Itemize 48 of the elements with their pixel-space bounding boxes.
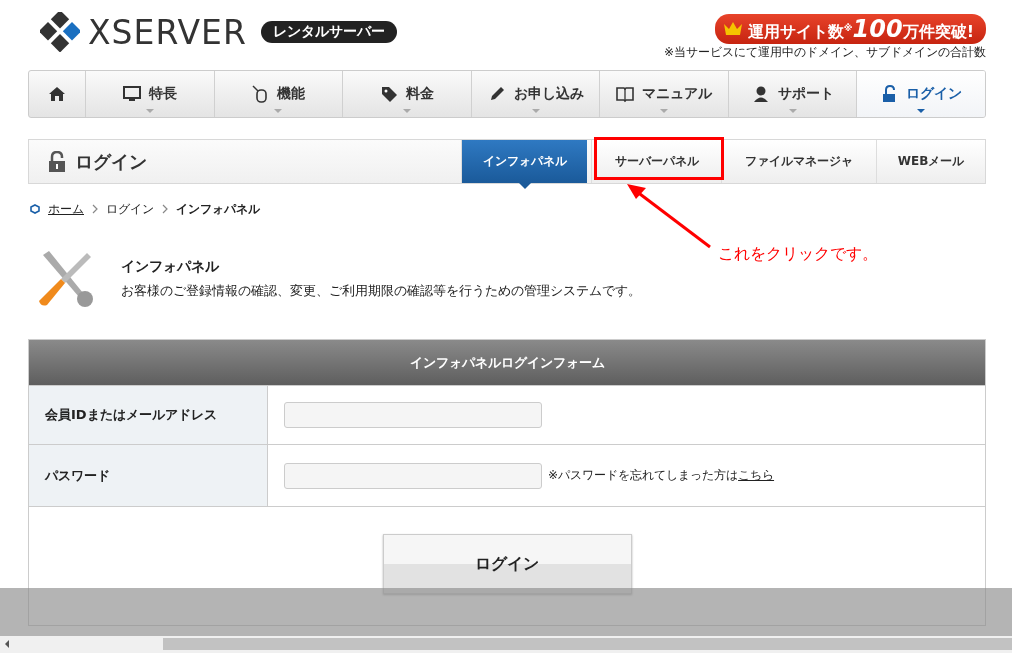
- caret-icon: [402, 109, 411, 113]
- nav-tab[interactable]: 機能: [213, 71, 343, 117]
- intro-title: インフォパネル: [121, 258, 220, 276]
- crown-icon: [722, 20, 743, 38]
- caret-icon: [660, 109, 669, 113]
- panel-tab[interactable]: ファイルマネージャ: [721, 140, 876, 183]
- caret-icon: [917, 109, 926, 113]
- forgot-password-link[interactable]: こちら: [738, 468, 775, 482]
- padlock-icon: [47, 150, 67, 173]
- logo-icon: [40, 12, 80, 52]
- breadcrumb-current: インフォパネル: [176, 200, 260, 218]
- forgot-password-note: ※パスワードを忘れてしまった方はこちら: [548, 467, 775, 484]
- field-label: 会員IDまたはメールアドレス: [29, 386, 268, 444]
- chevron-icon: [162, 204, 168, 214]
- book-icon: [616, 85, 635, 103]
- hexagon-bullet-icon: [30, 204, 40, 214]
- nav-tab[interactable]: 料金: [342, 71, 471, 117]
- caret-icon: [274, 109, 283, 113]
- panel-tab[interactable]: WEBメール: [876, 140, 985, 183]
- caret-icon: [145, 109, 154, 113]
- login-button[interactable]: ログイン: [382, 534, 632, 594]
- pointer-icon: [518, 183, 531, 189]
- annotation-text: これをクリックです。: [718, 244, 878, 265]
- mouse-icon: [251, 85, 270, 103]
- nav-tab[interactable]: 特長: [85, 71, 214, 117]
- monitor-icon: [122, 85, 141, 103]
- field-label: パスワード: [29, 445, 268, 506]
- breadcrumb-item: ログイン: [106, 200, 154, 218]
- breadcrumb-link[interactable]: ホーム: [48, 200, 84, 218]
- promo-banner: 運用サイト数$^{※}$100万件突破!: [714, 14, 986, 44]
- form-header: インフォパネルログインフォーム: [29, 340, 985, 385]
- nav-tab[interactable]: お申し込み: [470, 71, 600, 117]
- logo-badge: レンタルサーバー: [260, 21, 397, 43]
- logo-text: XSERVER: [88, 12, 247, 52]
- intro-description: お客様のご登録情報の確認、変更、ご利用期限の確認等を行うための管理システムです。: [121, 282, 641, 300]
- tag-icon: [379, 85, 398, 103]
- section-title: ログイン: [75, 149, 147, 174]
- nav-tab[interactable]: マニュアル: [599, 71, 728, 117]
- caret-icon: [788, 109, 797, 113]
- person-icon: [751, 85, 770, 103]
- input-field[interactable]: [284, 402, 542, 428]
- promo-note: ※当サービスにて運用中のドメイン、サブドメインの合計数: [663, 45, 986, 59]
- caret-icon: [531, 109, 540, 113]
- chevron-icon: [92, 204, 98, 214]
- home-icon: [48, 85, 66, 103]
- input-field[interactable]: [284, 462, 542, 489]
- nav-tab[interactable]: ログイン: [856, 71, 985, 117]
- panel-tab[interactable]: サーバーパネル: [591, 140, 721, 183]
